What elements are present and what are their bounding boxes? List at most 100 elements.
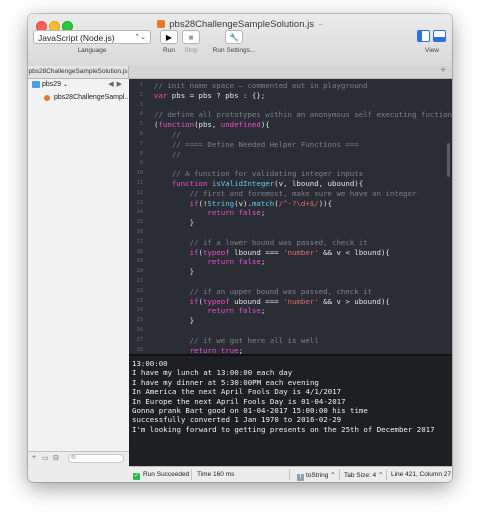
checkmark-icon: ✓ <box>133 473 140 480</box>
line-number: 6 <box>139 131 143 137</box>
language-select[interactable]: JavaScript (Node.js) ⌃⌄ <box>33 30 151 44</box>
line-number: 25 <box>136 317 144 324</box>
line-number: 14 <box>136 209 144 216</box>
line-number: 27 <box>136 336 144 343</box>
code-line[interactable]: 23 if(typeof ubound === 'number' && v > … <box>129 297 452 307</box>
console-line: In America the next April Fools Day is 4… <box>132 387 342 397</box>
code-text: return false; <box>207 257 266 267</box>
code-line[interactable]: 7 // ==== Define Needed Helper Functions… <box>129 140 452 150</box>
code-line[interactable]: 13 if(!String(v).match(/^-?\d+$/)){ <box>129 199 452 209</box>
console-line: Gonna prank Bart good on 01-04-2017 15:0… <box>132 406 368 415</box>
code-line[interactable]: 11 function isValidInteger(v, lbound, ub… <box>129 179 452 189</box>
line-number: 16 <box>136 229 144 235</box>
code-line[interactable]: 18 if(typeof lbound === 'number' && v < … <box>129 248 452 258</box>
stop-button[interactable]: ■ <box>182 30 200 44</box>
line-number: 23 <box>136 297 144 304</box>
code-text: return false; <box>207 208 266 218</box>
code-line[interactable]: 2 var pbs = pbs ? pbs : {}; <box>129 91 452 101</box>
code-line[interactable]: 22 // if an upper bound was passed, chec… <box>129 287 452 297</box>
line-number: 26 <box>136 327 144 333</box>
run-button[interactable]: ▶ <box>160 30 178 44</box>
code-line[interactable]: 4 // define all prototypes within an anon… <box>129 110 452 120</box>
new-tab-icon[interactable]: + <box>440 65 446 76</box>
code-line[interactable]: 8 // <box>129 150 452 160</box>
code-line[interactable]: 27 // if we got here all is well <box>129 336 452 346</box>
code-line[interactable]: 5 (function(pbs, undefined){ <box>129 120 452 130</box>
code-text: if(!String(v).match(/^-?\d+$/)){ <box>189 198 333 208</box>
code-line[interactable]: 24 return false; <box>129 306 452 316</box>
line-number: 5 <box>139 121 143 128</box>
code-line[interactable]: 14 return false; <box>129 208 452 218</box>
run-settings-button[interactable]: 🔧 <box>225 30 243 44</box>
line-number: 18 <box>136 248 144 255</box>
add-icon[interactable]: + <box>32 454 36 461</box>
code-line[interactable]: 9 <box>129 159 452 169</box>
play-icon: ▶ <box>165 33 173 42</box>
code-text: } <box>154 316 195 326</box>
sidebar-folder-row[interactable]: pbs29 ⌄ ◀▶ <box>28 79 129 92</box>
code-line[interactable]: 19 return false; <box>129 257 452 267</box>
title-menu-icon[interactable]: ~ <box>319 22 323 29</box>
sidebar-item-file[interactable]: pbs28ChallengeSampl... <box>28 92 131 104</box>
language-label: Language <box>77 47 107 54</box>
cursor-position: Line 421, Column 27 <box>391 471 451 478</box>
forward-icon[interactable]: ▶ <box>117 81 125 88</box>
code-text: // A function for validating integer inp… <box>171 169 364 179</box>
function-select[interactable]: f toString ⌃ <box>297 471 336 481</box>
folder-add-icon[interactable]: ▭ <box>42 454 49 462</box>
code-text: // <box>171 130 181 139</box>
tab-bar: pbs28ChallengeSampleSolution.js + <box>28 65 452 79</box>
editor-scrollbar[interactable] <box>447 143 450 177</box>
function-icon: f <box>297 474 304 481</box>
console-line: I have my lunch at 13:00:00 each day <box>132 368 293 378</box>
line-number: 15 <box>136 219 144 226</box>
toggle-console-button[interactable] <box>433 30 446 42</box>
code-line[interactable]: 16 <box>129 228 452 238</box>
tab-pbs28-solution[interactable]: pbs28ChallengeSampleSolution.js <box>28 66 129 78</box>
code-text: return true; <box>189 345 244 354</box>
sidebar-toggle-icon <box>418 31 422 41</box>
line-number: 9 <box>139 160 143 167</box>
folder-chevron-icon[interactable]: ⌄ <box>63 82 68 88</box>
console-output: 13:00:00 I have my lunch at 13:00:00 each… <box>129 356 452 466</box>
code-line[interactable]: 17 // if a lower bound was passed, check… <box>129 238 452 248</box>
run-settings-label: Run Settings... <box>212 47 256 54</box>
line-number: 4 <box>139 111 143 118</box>
console-line: I have my dinner at 5:30:00PM each eveni… <box>132 377 319 387</box>
line-number: 19 <box>136 258 144 265</box>
line-number: 10 <box>136 170 144 177</box>
sidebar-nav: ◀▶ <box>108 80 125 88</box>
code-line[interactable]: 25 } <box>129 316 452 326</box>
code-line[interactable]: 12 // first and foremost, make sure we h… <box>129 189 452 199</box>
import-icon[interactable]: ⊟ <box>53 454 59 462</box>
filter-icon: ⊜ <box>71 455 77 461</box>
tab-size-select[interactable]: Tab Size: 4 ⌃ <box>344 471 383 479</box>
code-line[interactable]: 6 // <box>129 130 452 140</box>
updown-chevron-icon: ⌃⌄ <box>134 34 146 41</box>
back-icon[interactable]: ◀ <box>108 81 116 88</box>
code-line[interactable]: 28 return true; <box>129 346 452 354</box>
line-number: 12 <box>136 189 144 196</box>
code-line[interactable]: 26 <box>129 326 452 336</box>
code-line[interactable]: 3 <box>129 101 452 111</box>
code-text: // if we got here all is well <box>189 335 319 345</box>
console-line: In Europe the next April Fools Day is 01… <box>132 396 346 406</box>
code-line[interactable]: 15 } <box>129 218 452 228</box>
code-line[interactable]: 21 <box>129 277 452 287</box>
code-text: } <box>154 267 195 277</box>
stop-icon: ■ <box>188 33 194 42</box>
sidebar-file-name: pbs28ChallengeSampl... <box>54 94 131 101</box>
code-line[interactable]: 1 // init name space — commented out in p… <box>129 81 452 91</box>
filter-input[interactable]: ⊜ <box>68 454 124 463</box>
code-editor[interactable]: 1 // init name space — commented out in p… <box>129 79 452 354</box>
code-text: var pbs = pbs ? pbs : {}; <box>154 90 266 100</box>
code-line[interactable]: 10 // A function for validating integer … <box>129 169 452 179</box>
stop-label: Stop <box>184 47 198 54</box>
code-text: if(typeof lbound === 'number' && v < lbo… <box>189 247 390 257</box>
code-line[interactable]: 20 } <box>129 267 452 277</box>
toggle-sidebar-button[interactable] <box>417 30 430 42</box>
title-bar: pbs28ChallengeSampleSolution.js ~ JavaSc… <box>28 14 452 67</box>
window-title: pbs28ChallengeSampleSolution.js ~ <box>28 19 452 30</box>
code-text: // if an upper bound was passed, check i… <box>189 286 373 296</box>
code-text: // init name space — commented out in pl… <box>154 81 368 90</box>
